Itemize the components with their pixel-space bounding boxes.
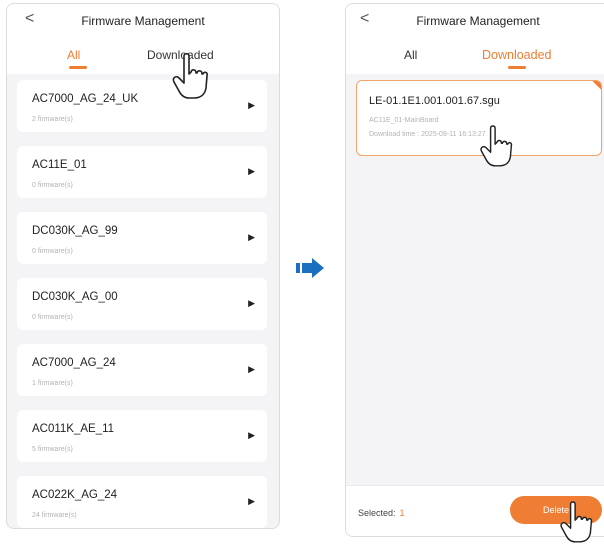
- device-name: AC022K_AG_24: [32, 489, 118, 501]
- tab-all[interactable]: All: [404, 48, 417, 62]
- play-arrow-icon: ▶: [248, 298, 255, 308]
- header: < Firmware Management All Downloaded: [7, 4, 279, 74]
- play-arrow-icon: ▶: [248, 430, 255, 440]
- left-phone-screen: < Firmware Management All Downloaded AC7…: [6, 3, 280, 529]
- device-name: AC11E_01: [32, 159, 87, 171]
- header: < Firmware Management All Downloaded: [346, 4, 604, 74]
- device-name: DC030K_AG_99: [32, 225, 118, 237]
- list-item[interactable]: AC022K_AG_24 24 firmware(s) ▶: [17, 476, 267, 528]
- list-item[interactable]: DC030K_AG_00 0 firmware(s) ▶: [17, 278, 267, 330]
- active-tab-indicator: [508, 66, 526, 69]
- device-name: DC030K_AG_00: [32, 291, 118, 303]
- play-arrow-icon: ▶: [248, 100, 255, 110]
- firmware-count: 2 firmware(s): [32, 116, 73, 123]
- device-name: AC7000_AG_24_UK: [32, 93, 139, 105]
- device-name: AC011K_AE_11: [32, 423, 115, 435]
- page-title: Firmware Management: [416, 14, 540, 28]
- right-phone-screen: < Firmware Management All Downloaded LE-…: [345, 3, 604, 537]
- firmware-count: 5 firmware(s): [32, 446, 73, 453]
- active-tab-indicator: [69, 66, 87, 69]
- page-title: Firmware Management: [81, 14, 205, 28]
- pointing-hand-icon: [172, 52, 208, 99]
- firmware-board: AC11E_01-MainBoard: [369, 117, 439, 124]
- list-item[interactable]: DC030K_AG_99 0 firmware(s) ▶: [17, 212, 267, 264]
- play-arrow-icon: ▶: [248, 364, 255, 374]
- download-time: Download time : 2025-09-11 16:13:27: [369, 131, 486, 138]
- selected-corner-marker: [592, 81, 601, 90]
- list-item[interactable]: AC7000_AG_24 1 firmware(s) ▶: [17, 344, 267, 396]
- firmware-count: 0 firmware(s): [32, 314, 73, 321]
- firmware-count: 0 firmware(s): [32, 182, 73, 189]
- device-name: AC7000_AG_24: [32, 357, 116, 369]
- play-arrow-icon: ▶: [248, 232, 255, 242]
- firmware-file-name: LE-01.1E1.001.001.67.sgu: [369, 95, 500, 107]
- list-item[interactable]: AC7000_AG_24_UK 2 firmware(s) ▶: [17, 80, 267, 132]
- tab-downloaded[interactable]: Downloaded: [482, 48, 552, 62]
- firmware-count: 1 firmware(s): [32, 380, 73, 387]
- pointing-hand-icon: [560, 501, 593, 543]
- selected-count: 1: [399, 508, 405, 518]
- selected-label: Selected: 1: [358, 508, 405, 518]
- tab-all[interactable]: All: [67, 48, 80, 62]
- transfer-arrow-icon: [296, 258, 324, 278]
- firmware-count: 24 firmware(s): [32, 512, 77, 519]
- list-item[interactable]: AC011K_AE_11 5 firmware(s) ▶: [17, 410, 267, 462]
- firmware-count: 0 firmware(s): [32, 248, 73, 255]
- list-item[interactable]: AC11E_01 0 firmware(s) ▶: [17, 146, 267, 198]
- pointing-hand-icon: [480, 125, 513, 167]
- play-arrow-icon: ▶: [248, 496, 255, 506]
- play-arrow-icon: ▶: [248, 166, 255, 176]
